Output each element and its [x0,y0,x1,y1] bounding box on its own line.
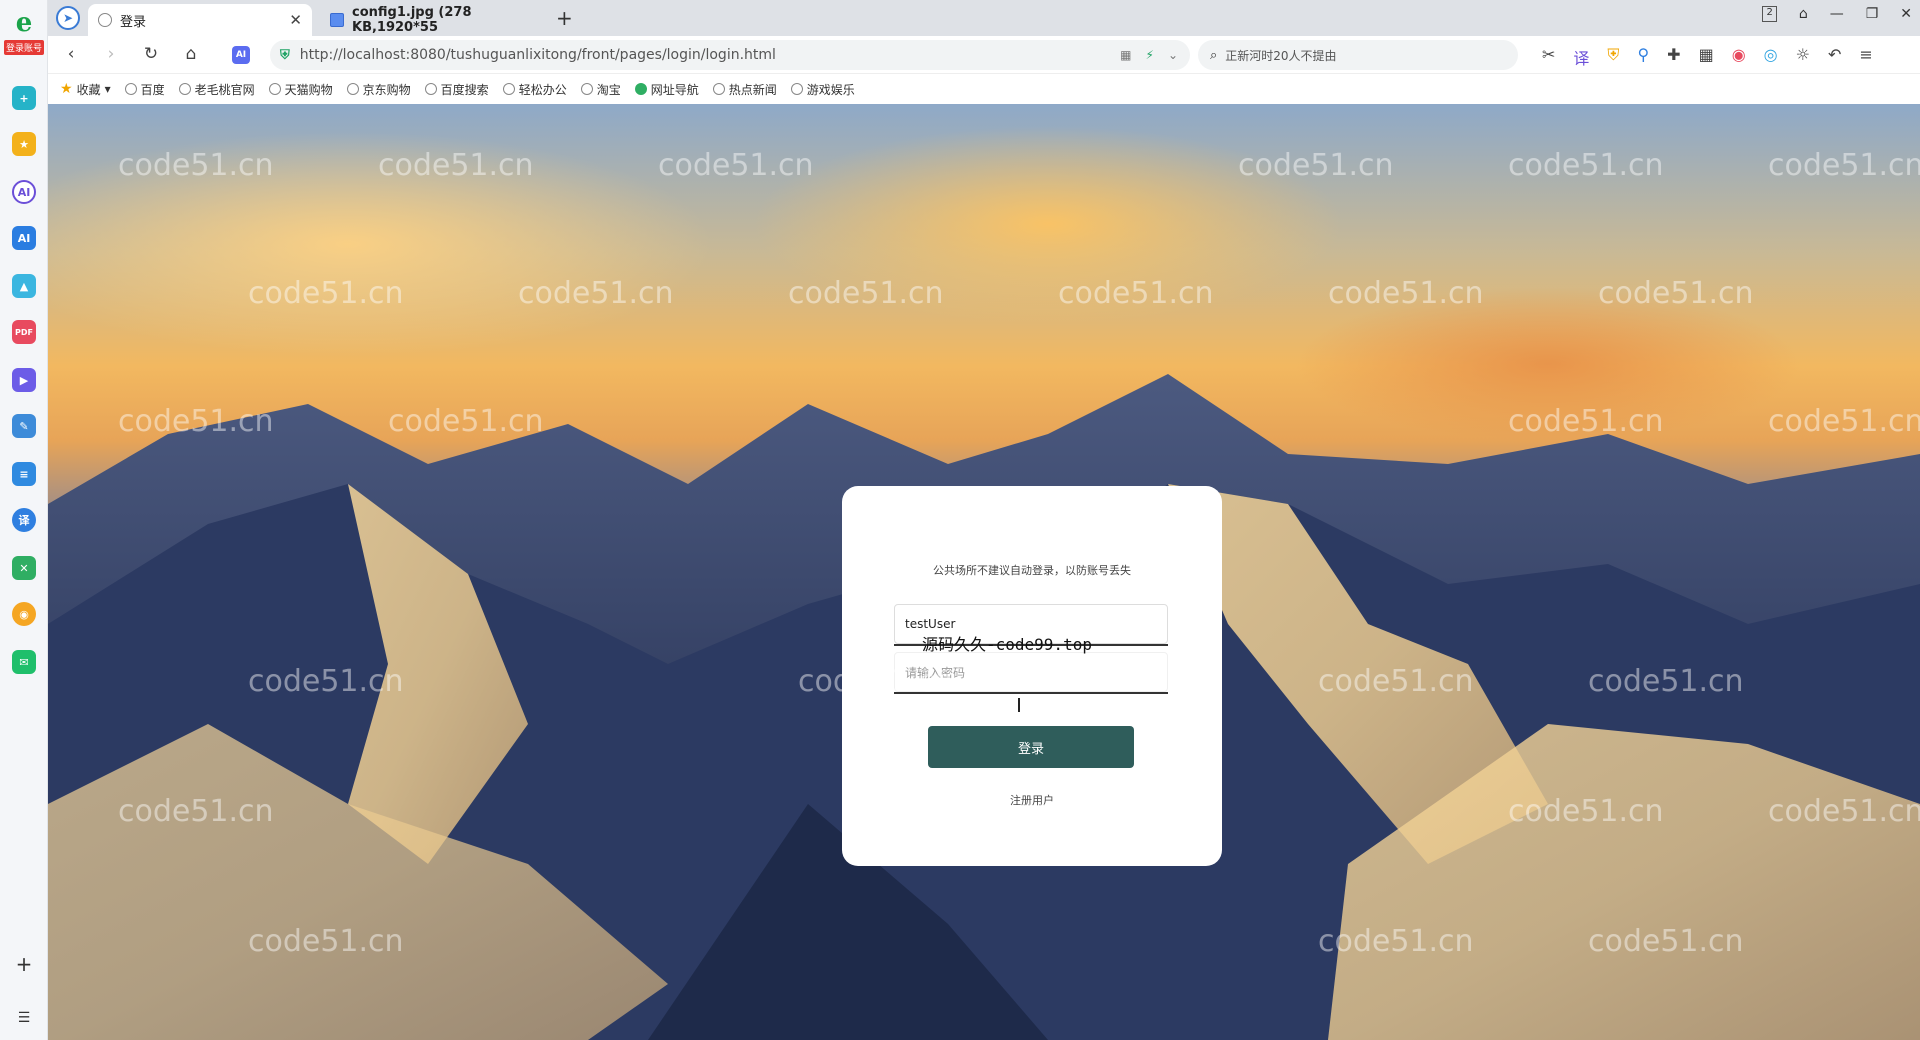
bookmark-taobao[interactable]: 淘宝 [580,81,621,98]
navigation-green-icon [634,83,647,95]
translate-icon[interactable]: 译 [12,508,36,532]
doc-icon[interactable]: ≡ [12,462,36,486]
bookmark-office[interactable]: 轻松办公 [502,81,567,98]
login-button[interactable]: 登录 [928,726,1134,768]
bookmark-laomaotao[interactable]: 老毛桃官网 [178,81,255,98]
scissors-icon[interactable]: ✂ [1542,45,1555,69]
tab-bar: ➤ 登录 ✕ config1.jpg (278 KB,1920*55 + 2 ⌂… [48,0,1920,36]
brightness-icon[interactable]: ☼ [1796,45,1810,69]
grid-icon[interactable]: ▦ [1699,45,1714,69]
url-text[interactable]: http://localhost:8080/tushuguanlixitong/… [300,47,776,63]
address-bar[interactable]: ⛨ http://localhost:8080/tushuguanlixiton… [270,40,1190,70]
globe-icon [346,83,359,95]
map-icon[interactable]: ✕ [12,556,36,580]
login-card: 公共场所不建议自动登录，以防账号丢失 testUser 请输入密码 源码久久-c… [842,486,1222,866]
edit-icon[interactable]: ✎ [12,414,36,438]
undo-icon[interactable]: ↶ [1828,45,1841,69]
close-window-icon[interactable]: ✕ [1900,6,1912,22]
password-input[interactable]: 请输入密码 [894,652,1168,692]
search-input[interactable]: ⌕ 正新河时20人不提由 [1198,40,1518,70]
translate-ext-icon[interactable]: 译 [1573,45,1589,69]
browser-logo[interactable]: e 登录账号 [4,10,44,58]
restore-icon[interactable]: ❐ [1866,6,1879,22]
extension-icons: ✂ 译 ⛨ ⚲ ✚ ▦ ◉ ◎ ☼ ↶ ≡ [1542,45,1873,69]
close-tab-icon[interactable]: ✕ [289,11,302,29]
forward-icon[interactable]: › [100,44,122,64]
password-field: 请输入密码 [894,652,1168,694]
chevron-down-icon[interactable]: ⌄ [1168,48,1178,62]
colorful-ext-icon[interactable]: ◉ [1732,45,1746,69]
bookmark-baidu[interactable]: 百度 [124,81,165,98]
video-icon[interactable]: ▶ [12,368,36,392]
globe-icon [502,83,515,95]
bookmarks-bar: ★ 收藏 ▾ 百度 老毛桃官网 天猫购物 京东购物 百度搜索 轻松办公 淘宝 网址… [48,74,1920,104]
tab-title: 登录 [120,14,147,30]
magnifier-icon[interactable]: ⚲ [1637,45,1649,69]
globe-icon [712,83,725,95]
bookmark-hot-news[interactable]: 热点新闻 [712,81,777,98]
mail-icon[interactable]: ✉ [12,650,36,674]
menu-icon[interactable]: ≡ [1859,45,1872,69]
back-icon[interactable]: ‹ [60,44,82,64]
image-favicon-icon [330,13,344,27]
globe-icon [268,83,281,95]
qr-code-icon[interactable]: ▦ [1120,48,1131,62]
bookmark-jd[interactable]: 京东购物 [346,81,411,98]
bookmark-tmall[interactable]: 天猫购物 [268,81,333,98]
username-input[interactable]: testUser [894,604,1168,644]
secure-shield-icon: ⛨ [280,47,290,63]
ai-assistant-icon[interactable]: AI [232,46,250,64]
plus-icon[interactable]: + [12,86,36,110]
search-icon: ⌕ [1210,47,1218,63]
bookmark-navigation[interactable]: 网址导航 [634,81,699,98]
navigation-icon[interactable]: ➤ [56,6,80,30]
bookmark-games[interactable]: 游戏娱乐 [790,81,855,98]
bookmark-baidu-search[interactable]: 百度搜索 [424,81,489,98]
minimize-icon[interactable]: — [1830,6,1844,22]
login-account-badge[interactable]: 登录账号 [4,40,44,55]
text-cursor-icon [1018,698,1020,712]
pdf-icon[interactable]: PDF [12,320,36,344]
ai-text-icon[interactable]: AI [12,226,36,250]
menu-list-icon[interactable]: ☰ [12,1006,36,1030]
globe-icon [790,83,803,95]
left-app-strip: e 登录账号 + ★ AI AI ▲ PDF ▶ ✎ ≡ 译 ✕ ◉ ✉ + ☰ [0,0,48,1040]
tab-config-image[interactable]: config1.jpg (278 KB,1920*55 [320,4,544,36]
baidu-icon [124,83,137,95]
picture-icon[interactable]: ▲ [12,274,36,298]
globe-icon [424,83,437,95]
window-controls: 2 ⌂ — ❐ ✕ [1762,6,1912,22]
edge-ext-icon[interactable]: ◎ [1764,45,1778,69]
username-field: testUser [894,604,1168,646]
search-text: 正新河时20人不提由 [1225,48,1337,63]
address-toolbar: ‹ › ↻ ⌂ AI ⛨ http://localhost:8080/tushu… [48,36,1920,74]
page-favicon-icon [98,13,112,27]
login-page: code51.cn code51.cn code51.cn code51.cn … [48,104,1920,1040]
globe-icon [178,83,191,95]
password-placeholder: 请输入密码 [905,665,966,680]
add-icon[interactable]: + [12,952,36,976]
tab-login[interactable]: 登录 ✕ [88,4,312,36]
tab-title: config1.jpg (278 KB,1920*55 [352,5,472,35]
shield-ext-icon[interactable]: ⛨ [1607,45,1619,69]
weibo-icon[interactable]: ◉ [12,602,36,626]
lightning-icon[interactable]: ⚡ [1146,48,1154,62]
shirt-icon[interactable]: ⌂ [1799,6,1808,22]
puzzle-icon[interactable]: ✚ [1667,45,1680,69]
globe-icon [580,83,593,95]
register-link[interactable]: 注册用户 [842,792,1222,808]
star-icon: ★ [60,81,73,97]
login-security-tip: 公共场所不建议自动登录，以防账号丢失 [933,564,1131,577]
new-tab-button[interactable]: + [556,6,573,30]
browser-e-icon: e [15,8,33,38]
star-icon[interactable]: ★ [12,132,36,156]
reload-icon[interactable]: ↻ [140,44,162,64]
ai-icon[interactable]: AI [12,180,36,204]
username-value: testUser [905,617,956,631]
tab-count-badge[interactable]: 2 [1762,6,1777,22]
home-icon[interactable]: ⌂ [180,44,202,64]
bookmark-favorites[interactable]: ★ 收藏 ▾ [60,81,111,98]
